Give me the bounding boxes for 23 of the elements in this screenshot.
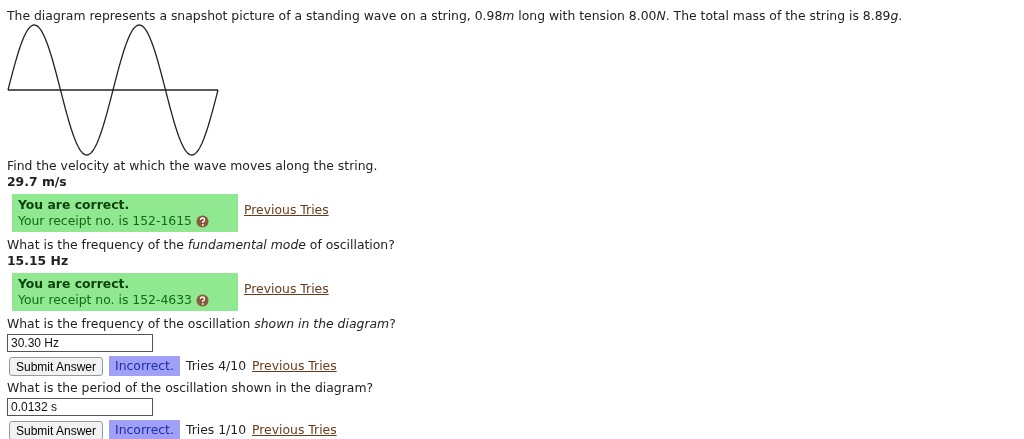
answer-field[interactable]: 0.0132 s [7, 398, 153, 416]
answer-text: 15.15 Hz [7, 253, 70, 269]
receipt-text: Your receipt no. is 152-4633 [18, 292, 192, 308]
previous-tries-link[interactable]: Previous Tries [244, 281, 329, 297]
incorrect-label: Incorrect. [109, 420, 180, 439]
answer-text: 29.7 m/s [7, 174, 68, 190]
tries-text: Tries 4/10 [185, 358, 246, 374]
result-text: You are correct. [18, 197, 131, 213]
previous-tries-link[interactable]: Previous Tries [252, 422, 337, 438]
receipt-text: Your receipt no. is 152-1615 [18, 213, 192, 229]
problem-statement: The diagram represents a snapshot picture of a standing wave on a string, 0.98m long with tension 8.00N. The total mass of the string is 8.89g. [7, 8, 904, 24]
tries-text: Tries 1/10 [185, 422, 246, 438]
submit-answer-button[interactable]: Submit Answer [9, 420, 104, 439]
incorrect-label: Incorrect. [109, 356, 180, 376]
submit-answer-button[interactable]: Submit Answer [9, 356, 104, 376]
question-text: What is the period of the oscillation shown in the diagram? [7, 380, 375, 396]
previous-tries-link[interactable]: Previous Tries [252, 358, 337, 374]
question-text: Find the velocity at which the wave moves along the string. [7, 158, 379, 174]
question-text: What is the frequency of the fundamental mode of oscillation? [7, 237, 396, 253]
result-text: You are correct. [18, 276, 131, 292]
answer-field[interactable]: 30.30 Hz [7, 334, 153, 352]
previous-tries-link[interactable]: Previous Tries [244, 202, 329, 218]
question-text: What is the frequency of the oscillation shown in the diagram? [7, 316, 397, 332]
